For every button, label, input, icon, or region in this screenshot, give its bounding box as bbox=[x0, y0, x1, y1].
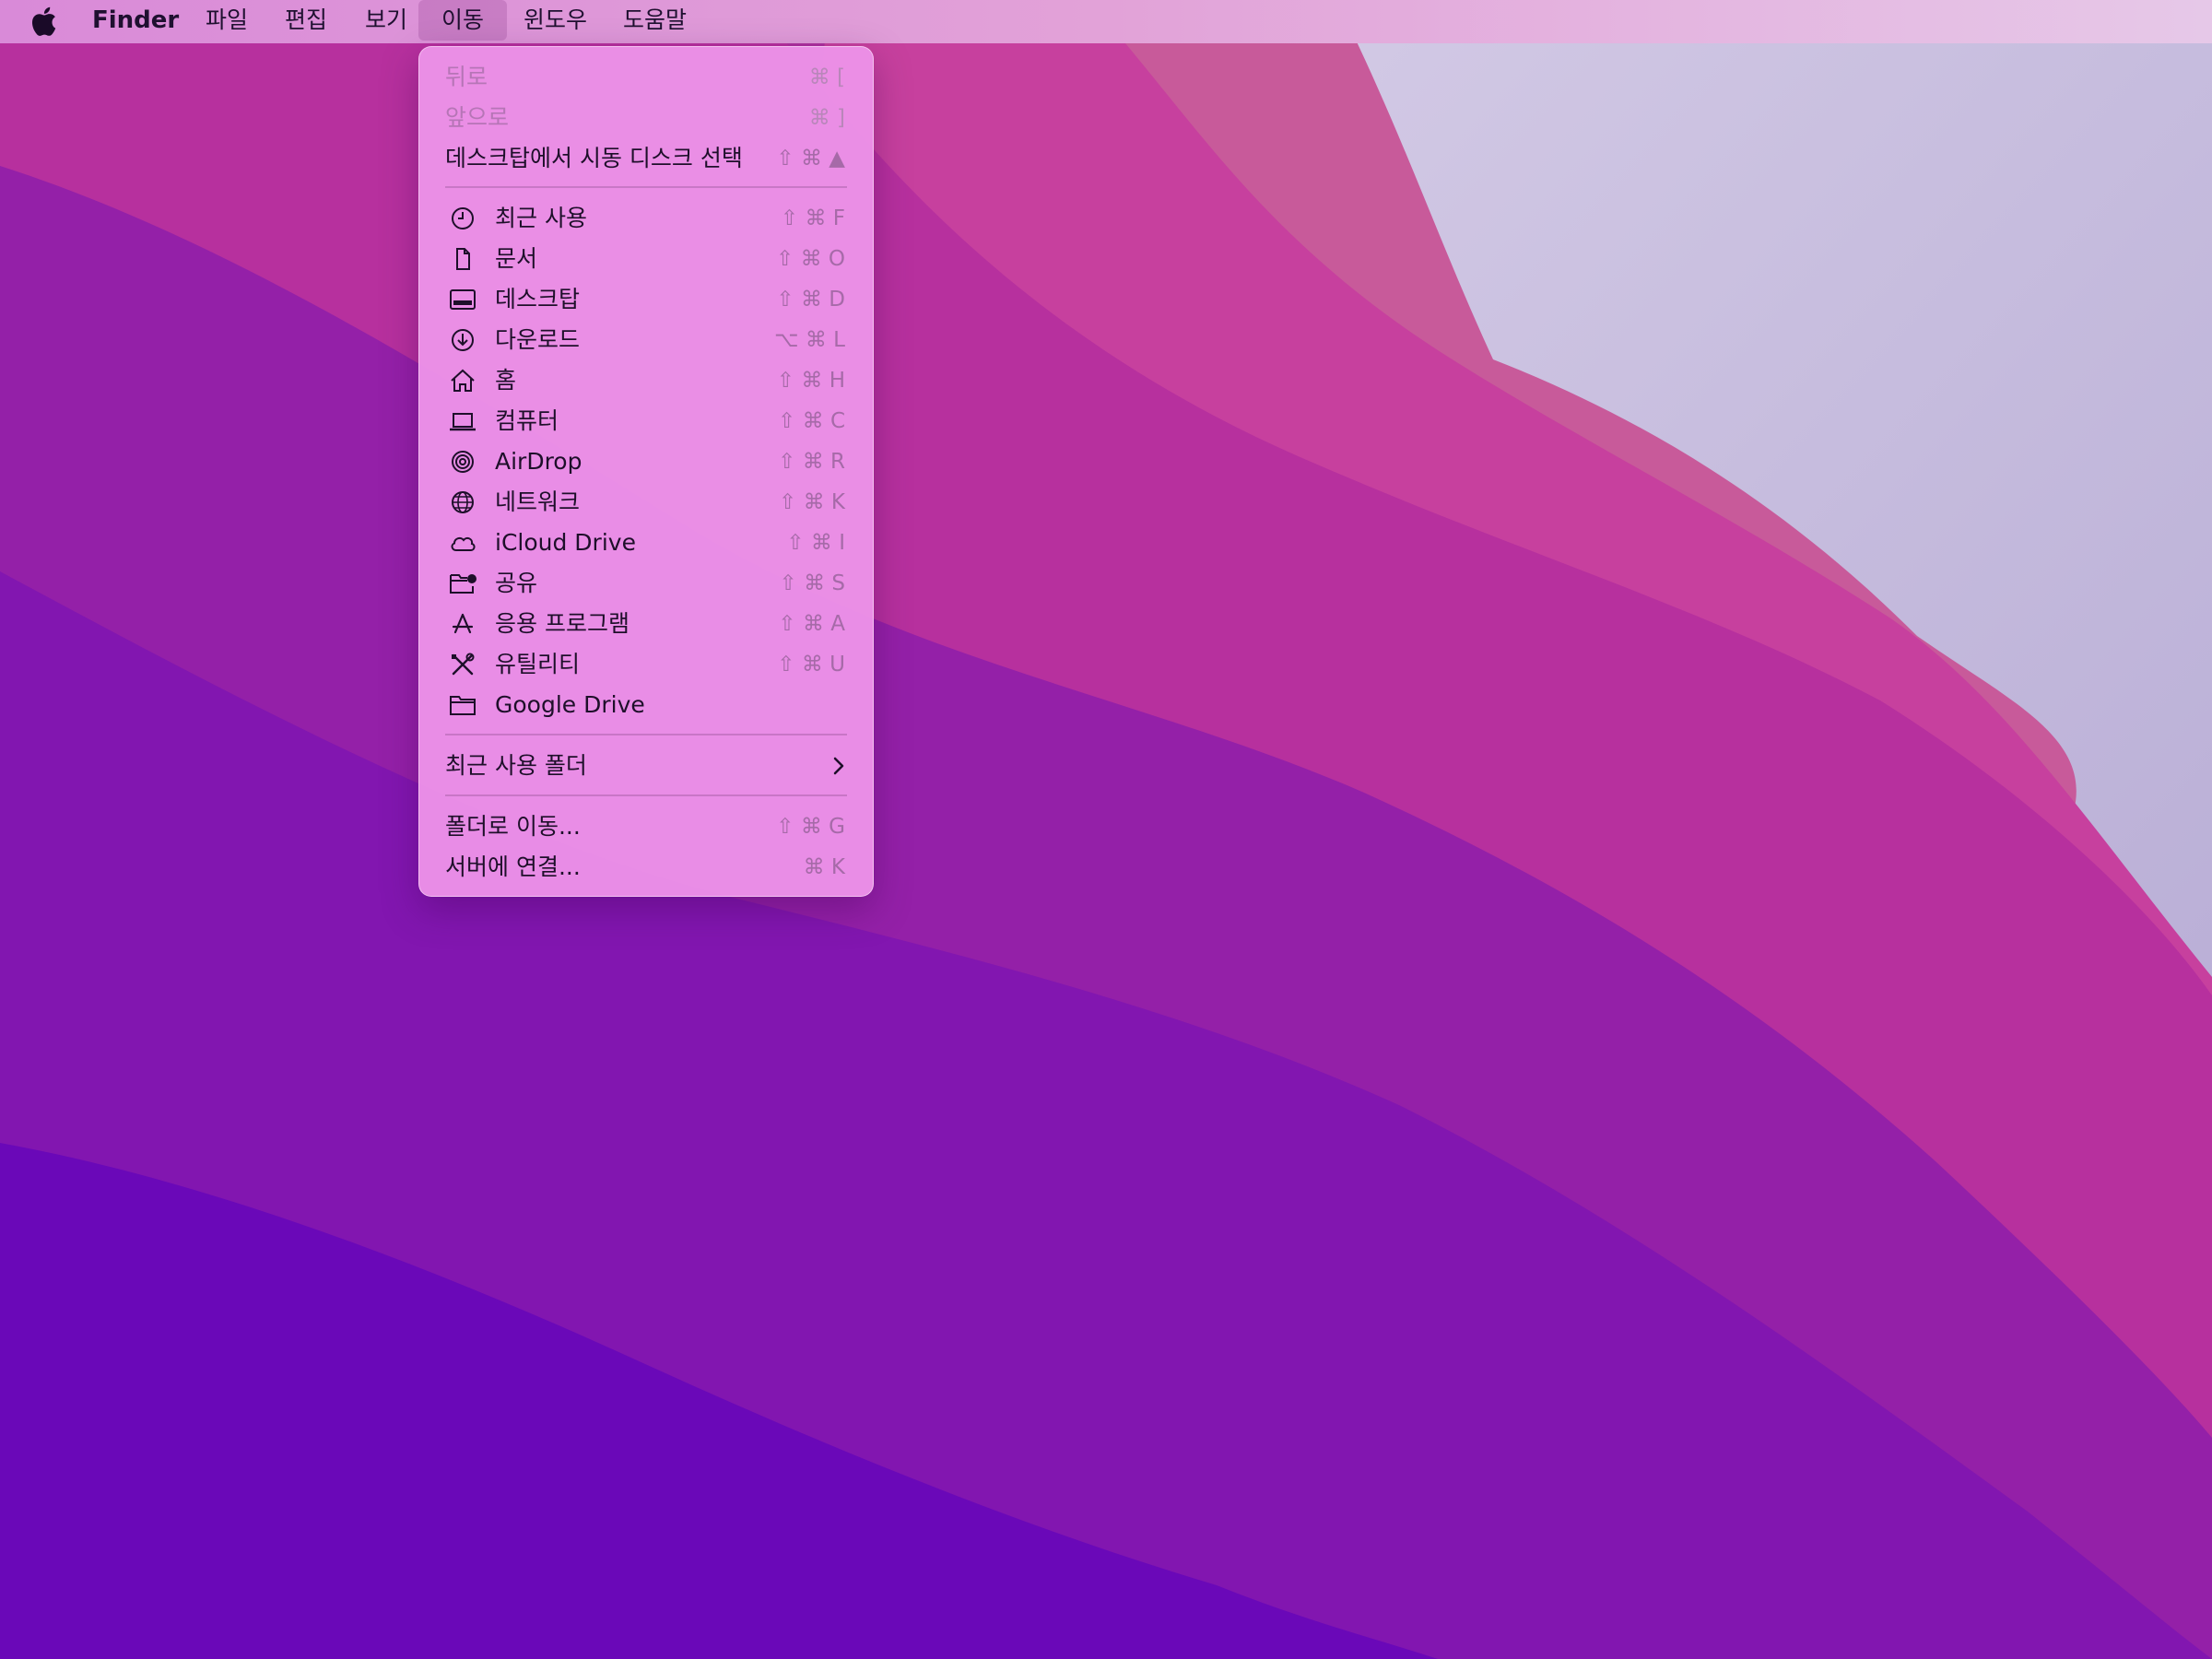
menu-item-label: 앞으로 bbox=[445, 104, 510, 131]
menu-item-label: 뒤로 bbox=[445, 64, 488, 90]
menu-item-shortcut: ⇧ ⌘ F bbox=[780, 206, 845, 230]
menu-item-label: 최근 사용 bbox=[495, 205, 587, 231]
menu-item-downloads[interactable]: 다운로드 ⌥ ⌘ L bbox=[419, 321, 873, 359]
menu-item-label: 컴퓨터 bbox=[495, 407, 559, 434]
document-icon bbox=[456, 248, 470, 270]
menu-item-startup-disk[interactable]: 데스크탑에서 시동 디스크 선택 ⇧ ⌘ ▲ bbox=[419, 139, 873, 178]
menu-finder[interactable]: Finder bbox=[92, 0, 179, 41]
menu-item-recents[interactable]: 최근 사용 ⇧ ⌘ F bbox=[419, 199, 873, 238]
menu-item-icloud-drive[interactable]: iCloud Drive ⇧ ⌘ I bbox=[419, 524, 873, 562]
menu-item-shortcut: ⇧ ⌘ H bbox=[776, 369, 845, 393]
menu-item-documents[interactable]: 문서 ⇧ ⌘ O bbox=[419, 240, 873, 278]
applications-icon bbox=[452, 613, 474, 634]
menu-item-shortcut: ⇧ ⌘ I bbox=[786, 531, 845, 555]
cloud-icon bbox=[451, 536, 476, 551]
menu-separator bbox=[445, 794, 847, 796]
menu-item-shortcut: ⇧ ⌘ ▲ bbox=[776, 147, 845, 171]
folder-icon bbox=[450, 696, 476, 715]
menu-item-back[interactable]: 뒤로 ⌘ [ bbox=[419, 58, 873, 97]
menu-item-label: 공유 bbox=[495, 570, 538, 596]
menu-file[interactable]: 파일 bbox=[206, 0, 248, 41]
menu-item-label: 응용 프로그램 bbox=[495, 610, 629, 637]
menu-item-shortcut: ⌥ ⌘ L bbox=[774, 328, 845, 352]
utilities-icon bbox=[452, 653, 475, 676]
menu-item-label: 홈 bbox=[495, 367, 517, 394]
menu-item-shortcut: ⇧ ⌘ G bbox=[776, 815, 845, 839]
laptop-icon bbox=[450, 413, 476, 431]
menu-item-shortcut: ⇧ ⌘ C bbox=[778, 409, 845, 433]
shared-folder-icon bbox=[450, 574, 477, 594]
menu-item-shortcut: ⌘ K bbox=[803, 855, 845, 879]
menu-item-connect-to-server[interactable]: 서버에 연결... ⌘ K bbox=[419, 848, 873, 887]
globe-icon bbox=[452, 491, 474, 513]
menu-bar: Finder 파일 편집 보기 이동 윈도우 도움말 bbox=[0, 0, 2212, 43]
menu-item-airdrop[interactable]: AirDrop ⇧ ⌘ R bbox=[419, 442, 873, 481]
desktop-wallpaper bbox=[0, 0, 2212, 1659]
menu-edit[interactable]: 편집 bbox=[285, 0, 327, 41]
menu-item-shortcut: ⇧ ⌘ O bbox=[776, 247, 845, 271]
menu-item-label: 데스크탑에서 시동 디스크 선택 bbox=[445, 145, 743, 171]
menu-item-shortcut: ⇧ ⌘ U bbox=[777, 653, 845, 677]
menu-go[interactable]: 이동 bbox=[418, 0, 507, 41]
chevron-right-icon bbox=[833, 757, 844, 775]
menu-item-shortcut: ⇧ ⌘ A bbox=[778, 612, 845, 636]
menu-item-shortcut: ⇧ ⌘ K bbox=[779, 490, 845, 514]
menu-item-shortcut: ⌘ [ bbox=[808, 65, 845, 89]
menu-item-forward[interactable]: 앞으로 ⌘ ] bbox=[419, 99, 873, 137]
menu-item-network[interactable]: 네트워크 ⇧ ⌘ K bbox=[419, 483, 873, 522]
menu-item-label: 폴더로 이동... bbox=[445, 813, 581, 840]
menu-separator bbox=[445, 734, 847, 735]
menu-item-shortcut: ⇧ ⌘ R bbox=[778, 450, 845, 474]
menu-help[interactable]: 도움말 bbox=[623, 0, 687, 41]
menu-item-label: Google Drive bbox=[495, 691, 645, 718]
menu-item-label: 유틸리티 bbox=[495, 651, 581, 677]
menu-view[interactable]: 보기 bbox=[365, 0, 407, 41]
menu-item-label: 문서 bbox=[495, 245, 538, 272]
menu-item-utilities[interactable]: 유틸리티 ⇧ ⌘ U bbox=[419, 645, 873, 684]
menu-item-label: 데스크탑 bbox=[495, 286, 581, 312]
apple-logo-icon[interactable] bbox=[29, 6, 57, 37]
go-menu-dropdown: 뒤로 ⌘ [ 앞으로 ⌘ ] 데스크탑에서 시동 디스크 선택 ⇧ ⌘ ▲ 최근… bbox=[418, 46, 874, 897]
menu-item-label: 다운로드 bbox=[495, 326, 581, 353]
menu-item-go-to-folder[interactable]: 폴더로 이동... ⇧ ⌘ G bbox=[419, 807, 873, 846]
menu-item-label: 네트워크 bbox=[495, 488, 581, 515]
menu-item-label: 최근 사용 폴더 bbox=[445, 752, 587, 779]
menu-item-google-drive[interactable]: Google Drive bbox=[419, 686, 873, 724]
menu-item-desktop[interactable]: 데스크탑 ⇧ ⌘ D bbox=[419, 280, 873, 319]
menu-item-applications[interactable]: 응용 프로그램 ⇧ ⌘ A bbox=[419, 605, 873, 643]
menu-item-label: iCloud Drive bbox=[495, 529, 636, 556]
download-icon bbox=[452, 329, 474, 351]
home-icon bbox=[451, 369, 475, 392]
desktop-icon bbox=[450, 289, 476, 310]
airdrop-icon bbox=[452, 451, 474, 473]
menu-item-home[interactable]: 홈 ⇧ ⌘ H bbox=[419, 361, 873, 400]
menu-item-shortcut: ⌘ ] bbox=[808, 106, 845, 130]
menu-item-label: 서버에 연결... bbox=[445, 853, 581, 880]
menu-item-recent-folders[interactable]: 최근 사용 폴더 bbox=[419, 747, 873, 785]
clock-icon bbox=[452, 207, 474, 229]
menu-item-shortcut: ⇧ ⌘ D bbox=[776, 288, 845, 312]
menu-window[interactable]: 윈도우 bbox=[524, 0, 587, 41]
menu-item-computer[interactable]: 컴퓨터 ⇧ ⌘ C bbox=[419, 402, 873, 441]
menu-separator bbox=[445, 186, 847, 188]
menu-item-shortcut: ⇧ ⌘ S bbox=[779, 571, 846, 595]
menu-item-label: AirDrop bbox=[495, 448, 582, 475]
menu-item-shared[interactable]: 공유 ⇧ ⌘ S bbox=[419, 564, 873, 603]
